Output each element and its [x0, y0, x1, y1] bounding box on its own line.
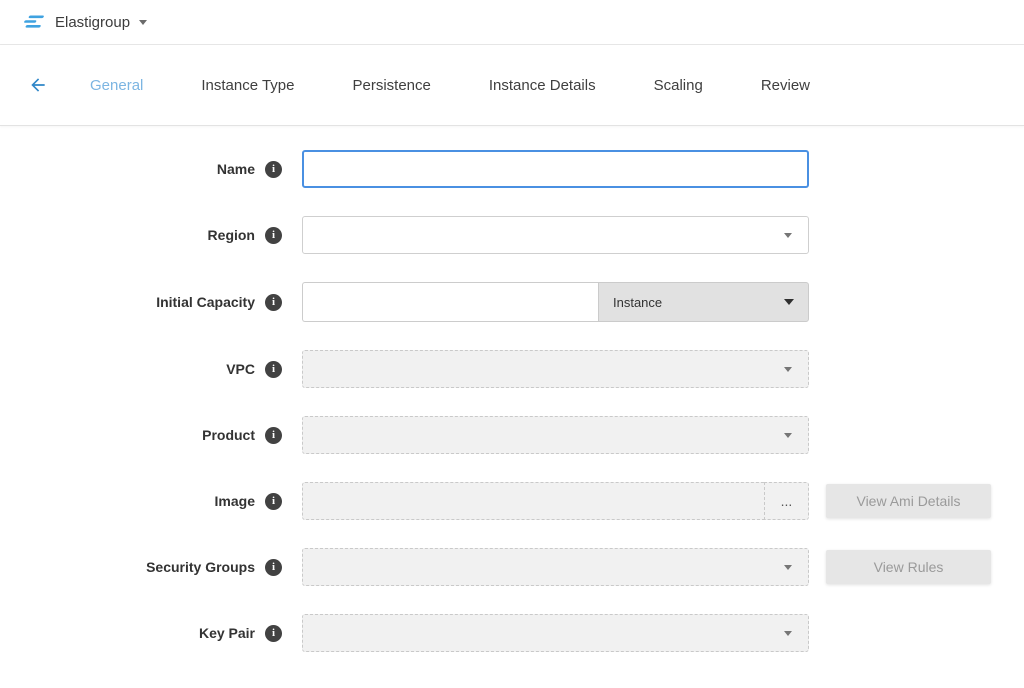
key-pair-info-icon[interactable]: i: [265, 625, 282, 642]
top-bar: Elastigroup: [0, 0, 1024, 45]
brand-name: Elastigroup: [55, 14, 130, 31]
form-row-name: Name i: [0, 150, 1024, 188]
vpc-dropdown[interactable]: [302, 350, 809, 388]
initial-capacity-label: Initial Capacity: [156, 294, 255, 310]
chevron-down-icon: [784, 299, 794, 305]
capacity-unit-dropdown[interactable]: Instance: [598, 282, 809, 322]
product-label: Product: [202, 427, 255, 443]
chevron-down-icon: [784, 565, 792, 570]
tab-persistence[interactable]: Persistence: [353, 77, 431, 94]
security-groups-info-icon[interactable]: i: [265, 559, 282, 576]
form-row-security-groups: Security Groups i View Rules: [0, 548, 1024, 586]
region-info-icon[interactable]: i: [265, 227, 282, 244]
view-rules-button[interactable]: View Rules: [826, 550, 991, 584]
name-input[interactable]: [302, 150, 809, 188]
chevron-down-icon: [784, 631, 792, 636]
tab-scaling[interactable]: Scaling: [654, 77, 703, 94]
chevron-down-icon: [784, 433, 792, 438]
key-pair-label: Key Pair: [199, 625, 255, 641]
tab-instance-type[interactable]: Instance Type: [201, 77, 294, 94]
product-info-icon[interactable]: i: [265, 427, 282, 444]
form-row-key-pair: Key Pair i: [0, 614, 1024, 652]
form-row-initial-capacity: Initial Capacity i Instance: [0, 282, 1024, 322]
tab-review[interactable]: Review: [761, 77, 810, 94]
image-label: Image: [215, 493, 255, 509]
back-arrow-icon[interactable]: [28, 75, 48, 95]
chevron-down-icon: [784, 233, 792, 238]
name-label: Name: [217, 161, 255, 177]
form-row-vpc: VPC i: [0, 350, 1024, 388]
name-info-icon[interactable]: i: [265, 161, 282, 178]
tab-general[interactable]: General: [90, 77, 143, 94]
vpc-info-icon[interactable]: i: [265, 361, 282, 378]
elastigroup-logo-icon: [22, 13, 46, 31]
image-field: ...: [302, 482, 809, 520]
form-row-product: Product i: [0, 416, 1024, 454]
key-pair-dropdown[interactable]: [302, 614, 809, 652]
view-ami-details-button[interactable]: View Ami Details: [826, 484, 991, 518]
chevron-down-icon: [139, 20, 147, 25]
capacity-unit-value: Instance: [613, 295, 662, 310]
security-groups-label: Security Groups: [146, 559, 255, 575]
region-dropdown[interactable]: [302, 216, 809, 254]
elastigroup-selector[interactable]: Elastigroup: [22, 13, 147, 31]
image-info-icon[interactable]: i: [265, 493, 282, 510]
image-input[interactable]: [302, 482, 764, 520]
tab-instance-details[interactable]: Instance Details: [489, 77, 596, 94]
security-groups-dropdown[interactable]: [302, 548, 809, 586]
region-label: Region: [208, 227, 255, 243]
form-row-region: Region i: [0, 216, 1024, 254]
product-dropdown[interactable]: [302, 416, 809, 454]
image-browse-button[interactable]: ...: [764, 482, 809, 520]
initial-capacity-info-icon[interactable]: i: [265, 294, 282, 311]
wizard-tab-bar: General Instance Type Persistence Instan…: [0, 45, 1024, 126]
form-row-image: Image i ... View Ami Details: [0, 482, 1024, 520]
initial-capacity-input[interactable]: [302, 282, 598, 322]
wizard-tabs: General Instance Type Persistence Instan…: [90, 77, 810, 94]
vpc-label: VPC: [226, 361, 255, 377]
general-form: Name i Region i Initial Capacity i Inst: [0, 126, 1024, 652]
chevron-down-icon: [784, 367, 792, 372]
